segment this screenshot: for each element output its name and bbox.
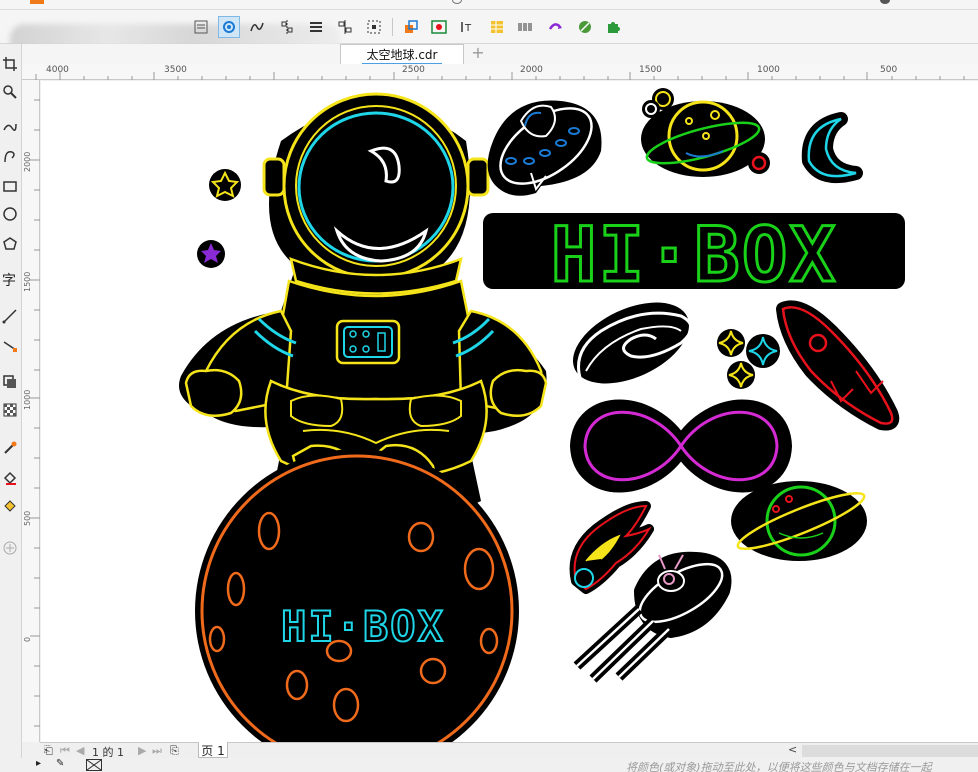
arrow-icon[interactable]: ▸ (36, 758, 41, 769)
distribute-icon[interactable] (334, 16, 356, 38)
zoom-tool-icon[interactable] (0, 82, 20, 102)
image-icon[interactable] (428, 16, 450, 38)
next-page-icon[interactable]: ▶ (138, 744, 146, 757)
ruler-label: 0 (23, 636, 32, 642)
horizontal-scrollbar[interactable] (802, 745, 978, 757)
ellipse-tool-icon[interactable] (0, 204, 20, 224)
arrange-icon[interactable] (400, 16, 422, 38)
infinity-icon[interactable] (570, 399, 792, 493)
green-planet-icon[interactable] (731, 481, 869, 561)
galaxy-icon[interactable] (560, 286, 701, 400)
ruler-label: 2000 (520, 65, 543, 75)
prev-page-icon[interactable]: ◀ (76, 744, 84, 757)
page-tab[interactable]: 页 1 (198, 742, 228, 758)
select-frame-icon[interactable] (363, 16, 385, 38)
property-toolbar: T (0, 10, 978, 72)
text-tool-icon[interactable]: 字 (0, 270, 20, 290)
first-page-icon[interactable]: ⎗ (44, 744, 53, 758)
ruler-label: 1500 (23, 271, 32, 292)
fill-tool-icon[interactable] (0, 468, 20, 488)
artwork: HI·BOX HI·BOX (179, 88, 905, 742)
ruler-label: 500 (23, 510, 32, 526)
yellow-star-icon[interactable] (209, 169, 241, 201)
add-page-icon[interactable]: ⎘ (170, 744, 179, 758)
curve-tool-icon[interactable] (0, 146, 20, 166)
sparkle-stars-icon[interactable] (717, 329, 780, 389)
document-tab[interactable]: 太空地球.cdr (340, 44, 464, 64)
ruler-label: 1000 (23, 389, 32, 410)
purple-star-icon[interactable] (197, 240, 225, 268)
menu-bar (0, 0, 978, 10)
planet-logo-text: HI·BOX (281, 602, 445, 651)
align-icon[interactable] (276, 16, 298, 38)
pen-icon[interactable]: ✎ (56, 758, 64, 769)
ruler-label: 4000 (46, 65, 69, 75)
ruler-label: 2000 (23, 151, 32, 172)
hibox-logo-text: HI·BOX (551, 210, 838, 299)
status-hint: 将颜色(或对象)拖动至此处，以便将这些颜色与文档存储在一起 (626, 761, 932, 772)
plugin-leaf-icon[interactable] (574, 16, 596, 38)
freehand-tool-icon[interactable] (0, 116, 20, 136)
ringed-planet-icon[interactable] (641, 88, 770, 177)
puzzle-icon[interactable] (602, 16, 624, 38)
table-icon[interactable] (486, 16, 508, 38)
no-fill-icon[interactable] (86, 759, 102, 771)
ruler-label: 2500 (402, 65, 425, 75)
crescent-moon-icon[interactable] (801, 112, 863, 183)
add-tab-button[interactable]: + (470, 45, 486, 62)
transparency-tool-icon[interactable] (0, 400, 20, 420)
ruler-label: 500 (880, 65, 898, 75)
barcode-icon[interactable] (514, 16, 536, 38)
dimension-tool-icon[interactable] (0, 306, 20, 326)
hibox-logo[interactable]: HI·BOX (483, 209, 905, 301)
shadow-tool-icon[interactable] (0, 372, 20, 392)
document-tab-bar: 太空地球.cdr + (22, 44, 978, 65)
status-bar: ▸ ✎ 将颜色(或对象)拖动至此处，以便将这些颜色与文档存储在一起 (0, 758, 978, 772)
ufo-icon[interactable] (487, 93, 604, 199)
curve-icon[interactable] (246, 16, 268, 38)
go-last-icon[interactable]: ⏭ (152, 744, 162, 758)
svg-text:字: 字 (2, 273, 16, 289)
add-tool-icon[interactable] (0, 538, 20, 558)
ruler-label: 1000 (757, 65, 780, 75)
vertical-ruler[interactable]: 2000 1500 1000 500 0 (22, 80, 40, 742)
scroll-left-icon[interactable]: < (788, 743, 797, 756)
lines-icon[interactable] (305, 16, 327, 38)
macro-icon[interactable] (544, 16, 566, 38)
page-icon[interactable] (190, 16, 212, 38)
symmetry-icon[interactable] (218, 16, 240, 38)
text-align-icon[interactable]: T (456, 16, 478, 38)
polygon-tool-icon[interactable] (0, 234, 20, 254)
eyedropper-tool-icon[interactable] (0, 438, 20, 458)
svg-text:T: T (464, 23, 472, 34)
ruler-label: 3500 (164, 65, 187, 75)
page-navigator: ⎗ ⏮ ◀ 1 的 1 ▶ ⏭ ⎘ 页 1 < (40, 742, 978, 759)
connector-tool-icon[interactable] (0, 336, 20, 356)
horizontal-ruler[interactable]: 4000 3500 2500 2000 1500 1000 500 (22, 64, 978, 80)
go-first-icon[interactable]: ⏮ (60, 744, 70, 758)
drawing-canvas[interactable]: HI·BOX HI·BOX (41, 81, 978, 742)
comet-icon[interactable] (569, 501, 654, 594)
coreldraw-window: T 字 太空地球.cdr + 4000 3500 2500 2000 1500 … (0, 0, 978, 772)
rocket-icon[interactable] (776, 300, 900, 431)
ruler-label: 1500 (639, 65, 662, 75)
rectangle-tool-icon[interactable] (0, 176, 20, 196)
toolbar-separator (392, 18, 393, 36)
smart-fill-tool-icon[interactable] (0, 496, 20, 516)
crop-tool-icon[interactable] (0, 54, 20, 74)
toolbox: 字 (0, 44, 22, 772)
